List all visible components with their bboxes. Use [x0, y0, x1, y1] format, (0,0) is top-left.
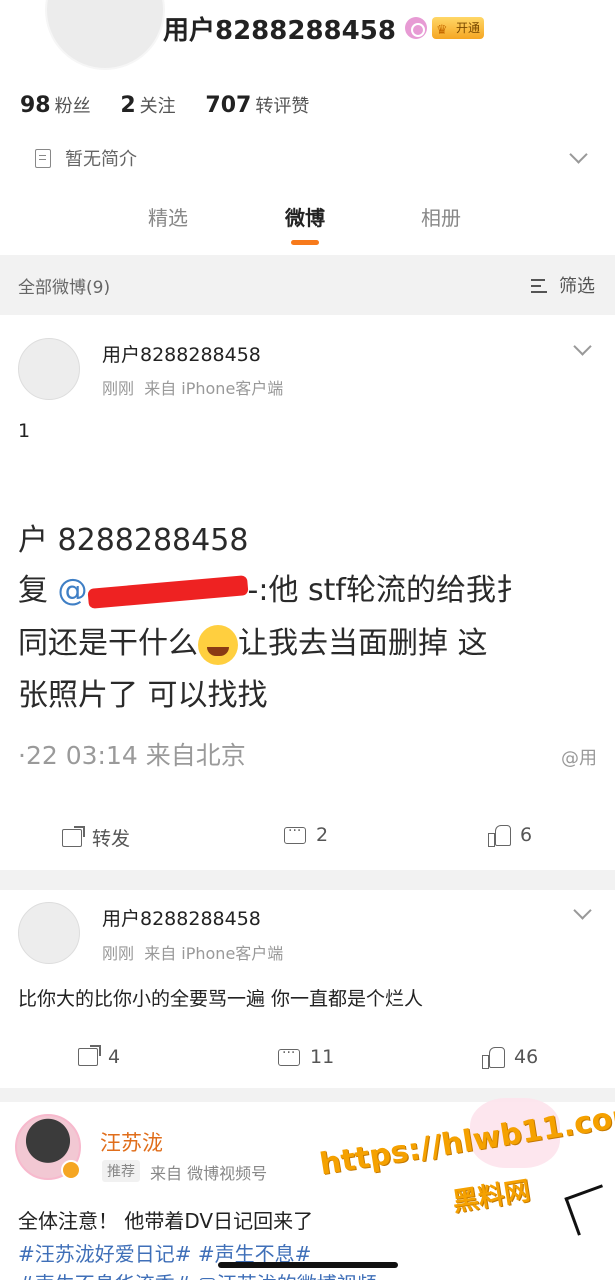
- share-icon: [62, 825, 85, 847]
- post-time: 刚刚: [102, 379, 135, 398]
- quote-mention: @: [57, 573, 88, 608]
- watermark-site-name: 黑料网: [450, 1176, 533, 1218]
- comment-button[interactable]: 2: [284, 823, 329, 846]
- stat-interactions-label: 转评赞: [255, 96, 310, 117]
- post-actions: 4 11 46: [0, 1040, 615, 1090]
- laughing-emoji-icon: [198, 624, 238, 665]
- share-button[interactable]: 转发: [62, 824, 130, 851]
- profile-intro[interactable]: 暂无简介: [35, 145, 137, 171]
- profile-avatar[interactable]: [45, 0, 165, 70]
- crown-icon: ♛: [436, 23, 448, 38]
- vip-icon[interactable]: [405, 17, 427, 39]
- like-button[interactable]: 46: [482, 1046, 539, 1069]
- profile-stats: 98 粉丝 2 关注 707 转评赞: [20, 92, 333, 118]
- quote-line-4: 张照片了 可以找找: [18, 678, 268, 713]
- tab-weibo[interactable]: 微博: [285, 202, 325, 231]
- stat-fans-count: 98: [20, 93, 51, 118]
- scribble-arrow: [564, 1184, 615, 1236]
- quote-text-a: 同还是干什么: [18, 626, 198, 661]
- tab-album[interactable]: 相册: [421, 202, 461, 231]
- filter-label: 筛选: [559, 276, 595, 297]
- quote-timestamp: ·22 03:14 来自北京: [18, 741, 246, 770]
- chevron-down-icon[interactable]: [573, 337, 592, 356]
- recommend-tag: 推荐: [102, 1160, 140, 1182]
- thumbs-up-icon: [482, 1047, 505, 1069]
- document-icon: [35, 148, 51, 168]
- comment-icon: [278, 1045, 300, 1066]
- comment-count: 11: [310, 1046, 335, 1068]
- open-vip-badge[interactable]: ♛ 开通: [432, 17, 484, 39]
- intro-text: 暂无简介: [65, 149, 137, 170]
- stat-fans[interactable]: 98 粉丝: [20, 93, 91, 118]
- post-time: 刚刚: [102, 944, 135, 963]
- comment-count: 2: [316, 824, 329, 846]
- post-username[interactable]: 汪苏泷: [100, 1127, 163, 1157]
- home-indicator: [218, 1262, 398, 1268]
- avatar[interactable]: [15, 1114, 81, 1180]
- verified-badge-icon: [61, 1160, 81, 1180]
- filter-icon: [531, 276, 553, 294]
- post-source: 来自 iPhone客户端: [144, 379, 284, 398]
- share-button[interactable]: 4: [78, 1045, 121, 1068]
- post-text: 1: [18, 420, 31, 442]
- like-count: 6: [520, 824, 533, 846]
- profile-name: 用户8288288458: [163, 16, 396, 46]
- share-icon: [78, 1045, 101, 1066]
- watermark-url: https://hlwb11.com: [317, 1096, 615, 1183]
- chevron-down-icon[interactable]: [569, 145, 588, 164]
- post-source: 来自 iPhone客户端: [144, 944, 284, 963]
- comment-button[interactable]: 11: [278, 1045, 335, 1068]
- open-badge-label: 开通: [455, 21, 480, 35]
- quote-text-b: 让我去当面删掉 这: [238, 626, 488, 661]
- quote-line-1: 户 8288288458: [18, 523, 249, 558]
- filter-bar: 全部微博(9) 筛选: [0, 255, 615, 315]
- comment-icon: [284, 823, 306, 844]
- thumbs-up-icon: [488, 825, 511, 847]
- like-button[interactable]: 6: [488, 824, 533, 847]
- post-username[interactable]: 用户8288288458: [102, 904, 261, 931]
- post-text: 全体注意！ 他带着DV日记回来了: [18, 1209, 314, 1233]
- post-meta: 刚刚 来自 iPhone客户端: [102, 375, 283, 399]
- post-source: 来自 微博视频号: [150, 1164, 268, 1183]
- post-topics-line[interactable]: #声生不息华流季# ▢汪苏泷的微博视频: [18, 1268, 377, 1280]
- stat-interactions[interactable]: 707 转评赞: [205, 93, 310, 118]
- like-count: 46: [514, 1046, 539, 1068]
- avatar[interactable]: [18, 338, 80, 400]
- filter-button[interactable]: 筛选: [531, 272, 595, 298]
- stat-interactions-count: 707: [205, 93, 252, 118]
- post-actions: 转发 2 6: [0, 818, 615, 868]
- post-username[interactable]: 用户8288288458: [102, 340, 261, 367]
- tab-featured[interactable]: 精选: [148, 202, 188, 231]
- topic-link[interactable]: #汪苏泷好爱日记#: [18, 1242, 192, 1266]
- divider: [0, 870, 615, 890]
- redaction-mark: [86, 574, 249, 609]
- stat-following-count: 2: [120, 93, 136, 118]
- stat-following-label: 关注: [139, 96, 176, 117]
- quote-line-3: 同还是干什么 让我去当面删掉 这: [18, 618, 488, 665]
- weibo-watermark: @用: [561, 748, 597, 769]
- post-count-label: 全部微博(9): [18, 278, 111, 298]
- post-meta: 刚刚 来自 iPhone客户端: [102, 940, 283, 964]
- share-count: 4: [108, 1046, 121, 1068]
- post-text: 比你大的比你小的全要骂一遍 你一直都是个烂人: [18, 988, 424, 1010]
- active-tab-indicator: [291, 240, 319, 245]
- share-label: 转发: [92, 828, 131, 850]
- quote-reply-text: -:他 stf轮流的给我扌: [247, 573, 526, 608]
- stat-fans-label: 粉丝: [54, 96, 91, 117]
- quote-reply-prefix: 复: [18, 573, 58, 608]
- quoted-image[interactable]: 户 8288288458 复 @ -:他 stf轮流的给我扌 同还是干什么 让我去当…: [0, 490, 615, 870]
- avatar[interactable]: [18, 902, 80, 964]
- quote-line-2: 复 @ -:他 stf轮流的给我扌: [18, 565, 526, 609]
- chevron-down-icon[interactable]: [573, 901, 592, 920]
- stat-following[interactable]: 2 关注: [120, 93, 176, 118]
